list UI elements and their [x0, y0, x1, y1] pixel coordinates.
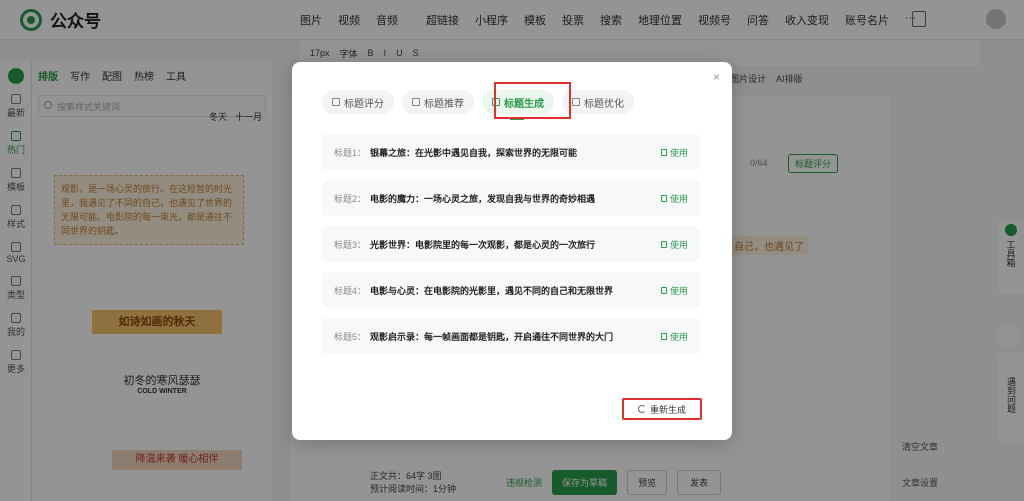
use-button[interactable]: 使用: [660, 192, 688, 205]
title-text: 银幕之旅：在光影中遇见自我，探索世界的无限可能: [370, 147, 578, 158]
use-icon: [660, 240, 667, 248]
title-index: 标题2：: [334, 193, 367, 204]
tab-label: 标题优化: [584, 98, 624, 110]
title-text: 电影的魔力：一场心灵之旅，发现自我与世界的奇妙相遇: [370, 193, 596, 204]
use-button[interactable]: 使用: [660, 238, 688, 251]
use-label: 使用: [669, 193, 688, 204]
use-icon: [660, 148, 667, 156]
use-label: 使用: [669, 331, 688, 342]
tab-title-recommend[interactable]: 标题推荐: [402, 90, 474, 114]
title-text: 光影世界：电影院里的每一次观影，都是心灵的一次旅行: [370, 239, 596, 250]
tab-label: 标题评分: [344, 98, 384, 110]
close-icon[interactable]: ×: [713, 70, 720, 84]
refresh-icon: [637, 405, 646, 413]
optimize-icon: [572, 98, 580, 106]
use-label: 使用: [669, 147, 688, 158]
regenerate-label: 重新生成: [649, 404, 686, 415]
tab-title-optimize[interactable]: 标题优化: [562, 90, 634, 114]
recommend-icon: [412, 98, 420, 106]
use-icon: [660, 332, 667, 340]
regenerate-button[interactable]: 重新生成: [622, 398, 702, 420]
active-tab-highlight: [494, 82, 571, 119]
score-icon: [332, 98, 340, 106]
list-item: 标题4： 电影与心灵：在电影院的光影里，遇见不同的自己和无限世界 使用: [322, 272, 700, 308]
generated-title-list: 标题1： 银幕之旅：在光影中遇见自我，探索世界的无限可能 使用 标题2： 电影的…: [322, 134, 700, 364]
use-button[interactable]: 使用: [660, 284, 688, 297]
list-item: 标题1： 银幕之旅：在光影中遇见自我，探索世界的无限可能 使用: [322, 134, 700, 170]
title-text: 观影启示录：每一帧画面都是钥匙，开启通往不同世界的大门: [370, 331, 614, 342]
title-index: 标题1：: [334, 147, 367, 158]
list-item: 标题3： 光影世界：电影院里的每一次观影，都是心灵的一次旅行 使用: [322, 226, 700, 262]
use-icon: [660, 194, 667, 202]
tab-title-score[interactable]: 标题评分: [322, 90, 394, 114]
modal-tabs: 标题评分 标题推荐 标题生成 标题优化: [322, 90, 634, 120]
use-label: 使用: [669, 239, 688, 250]
title-index: 标题5：: [334, 331, 367, 342]
use-button[interactable]: 使用: [660, 146, 688, 159]
title-text: 电影与心灵：在电影院的光影里，遇见不同的自己和无限世界: [370, 285, 614, 296]
use-icon: [660, 286, 667, 294]
title-index: 标题3：: [334, 239, 367, 250]
list-item: 标题5： 观影启示录：每一帧画面都是钥匙，开启通往不同世界的大门 使用: [322, 318, 700, 354]
tab-label: 标题推荐: [424, 98, 464, 110]
use-button[interactable]: 使用: [660, 330, 688, 343]
title-index: 标题4：: [334, 285, 367, 296]
list-item: 标题2： 电影的魔力：一场心灵之旅，发现自我与世界的奇妙相遇 使用: [322, 180, 700, 216]
use-label: 使用: [669, 285, 688, 296]
